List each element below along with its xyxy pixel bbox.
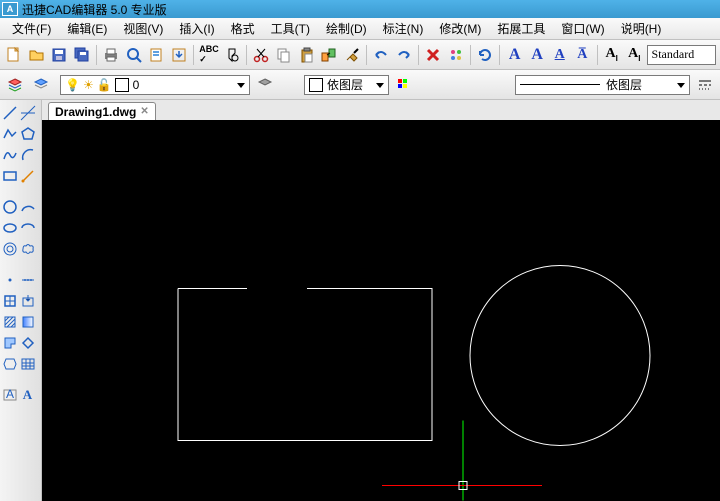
app-title: 迅捷CAD编辑器 5.0 专业版 (22, 1, 167, 18)
hatch-tool[interactable] (1, 313, 19, 331)
arc3p-tool[interactable] (19, 198, 37, 216)
divide-tool[interactable] (19, 271, 37, 289)
text-style2-button[interactable]: A̅ (572, 44, 593, 66)
brush-button[interactable] (341, 44, 362, 66)
delete-button[interactable] (423, 44, 444, 66)
menu-view[interactable]: 视图(V) (115, 18, 171, 39)
text-a2-button[interactable]: A (527, 44, 548, 66)
cut-button[interactable] (251, 44, 272, 66)
open-button[interactable] (27, 44, 48, 66)
svg-text:A: A (6, 387, 14, 401)
polygon-tool[interactable] (19, 125, 37, 143)
menu-help[interactable]: 说明(H) (613, 18, 670, 39)
rectangle-tool[interactable] (1, 167, 19, 185)
point-tool[interactable] (1, 271, 19, 289)
menu-draw[interactable]: 绘制(D) (318, 18, 375, 39)
layer-state-button[interactable] (30, 74, 52, 96)
text-height2-button[interactable]: AI (624, 44, 645, 66)
layer-manager-button[interactable] (4, 74, 26, 96)
boundary-tool[interactable] (19, 334, 37, 352)
canvas-area: Drawing1.dwg ✕ (42, 100, 720, 501)
menu-format[interactable]: 格式 (223, 18, 263, 39)
tab-label: Drawing1.dwg (55, 105, 136, 119)
redo-button[interactable] (393, 44, 414, 66)
mtext-tool[interactable]: A (1, 386, 19, 404)
export-button[interactable] (169, 44, 190, 66)
menu-tool[interactable]: 工具(T) (263, 18, 318, 39)
ellipsearc-tool[interactable] (19, 219, 37, 237)
drawing-content (42, 120, 720, 501)
print-button[interactable] (101, 44, 122, 66)
matchprop-button[interactable] (319, 44, 340, 66)
refresh-button[interactable] (475, 44, 496, 66)
drawing-canvas[interactable] (42, 120, 720, 501)
menu-file[interactable]: 文件(F) (4, 18, 59, 39)
menu-edit[interactable]: 编辑(E) (59, 18, 115, 39)
region-tool[interactable] (1, 334, 19, 352)
xline-tool[interactable] (19, 104, 37, 122)
layer-color-swatch (115, 78, 129, 92)
color-combo[interactable]: 依图层 (304, 75, 389, 95)
menu-ext[interactable]: 拓展工具 (489, 18, 553, 39)
saveall-button[interactable] (72, 44, 93, 66)
polyline-tool[interactable] (1, 125, 19, 143)
document-tab[interactable]: Drawing1.dwg ✕ (48, 102, 156, 120)
revcloud-tool[interactable] (19, 240, 37, 258)
plot-button[interactable] (146, 44, 167, 66)
app-icon: A (2, 2, 18, 16)
find-button[interactable] (222, 44, 243, 66)
ray-tool[interactable] (19, 167, 37, 185)
document-tabstrip: Drawing1.dwg ✕ (42, 100, 720, 120)
save-button[interactable] (49, 44, 70, 66)
tab-close-icon[interactable]: ✕ (140, 106, 148, 117)
menu-insert[interactable]: 插入(I) (171, 18, 222, 39)
text-tool[interactable]: A (19, 386, 37, 404)
menu-modify[interactable]: 修改(M) (431, 18, 489, 39)
linetype-label: 依图层 (606, 76, 642, 93)
line-tool[interactable] (1, 104, 19, 122)
text-style-combo[interactable]: Standard (647, 45, 716, 65)
preview-button[interactable] (124, 44, 145, 66)
spellcheck-button[interactable]: ABC✓ (198, 44, 220, 66)
sun-icon: ☀ (83, 78, 94, 92)
menu-bar: 文件(F) 编辑(E) 视图(V) 插入(I) 格式 工具(T) 绘制(D) 标… (0, 18, 720, 40)
layer-name: 0 (133, 78, 140, 92)
work-area: A A Drawing1.dwg ✕ (0, 100, 720, 501)
ellipse-tool[interactable] (1, 219, 19, 237)
purge-button[interactable] (445, 44, 466, 66)
arc-tool[interactable] (19, 146, 37, 164)
circle-tool[interactable] (1, 198, 19, 216)
draw-toolbar: A A (0, 100, 42, 501)
main-toolbar: ABC✓ A A A A̅ AI AI Standard (0, 40, 720, 70)
undo-button[interactable] (371, 44, 392, 66)
menu-dim[interactable]: 标注(N) (375, 18, 432, 39)
paste-button[interactable] (296, 44, 317, 66)
wipeout-tool[interactable] (1, 355, 19, 373)
linetype-combo[interactable]: 依图层 (515, 75, 690, 95)
donut-tool[interactable] (1, 240, 19, 258)
color-label: 依图层 (327, 76, 363, 93)
linetype-pick-button[interactable] (694, 74, 716, 96)
color-pick-button[interactable] (393, 74, 415, 96)
layer-combo[interactable]: 💡 ☀ 🔓 0 (60, 75, 250, 95)
table-tool[interactable] (19, 355, 37, 373)
new-button[interactable] (4, 44, 25, 66)
copy-button[interactable] (274, 44, 295, 66)
linetype-sample (520, 84, 600, 85)
text-height1-button[interactable]: AI (601, 44, 622, 66)
spline-tool[interactable] (1, 146, 19, 164)
insert-tool[interactable] (19, 292, 37, 310)
layer-toolbar: 💡 ☀ 🔓 0 依图层 依图层 (0, 70, 720, 100)
title-bar: A 迅捷CAD编辑器 5.0 专业版 (0, 0, 720, 18)
text-style1-button[interactable]: A (549, 44, 570, 66)
gradient-tool[interactable] (19, 313, 37, 331)
block-tool[interactable] (1, 292, 19, 310)
color-swatch (309, 78, 323, 92)
lock-icon: 🔓 (97, 78, 112, 92)
layer-prev-button[interactable] (254, 74, 276, 96)
bulb-on-icon: 💡 (65, 78, 80, 92)
menu-window[interactable]: 窗口(W) (553, 18, 612, 39)
text-a1-button[interactable]: A (504, 44, 525, 66)
